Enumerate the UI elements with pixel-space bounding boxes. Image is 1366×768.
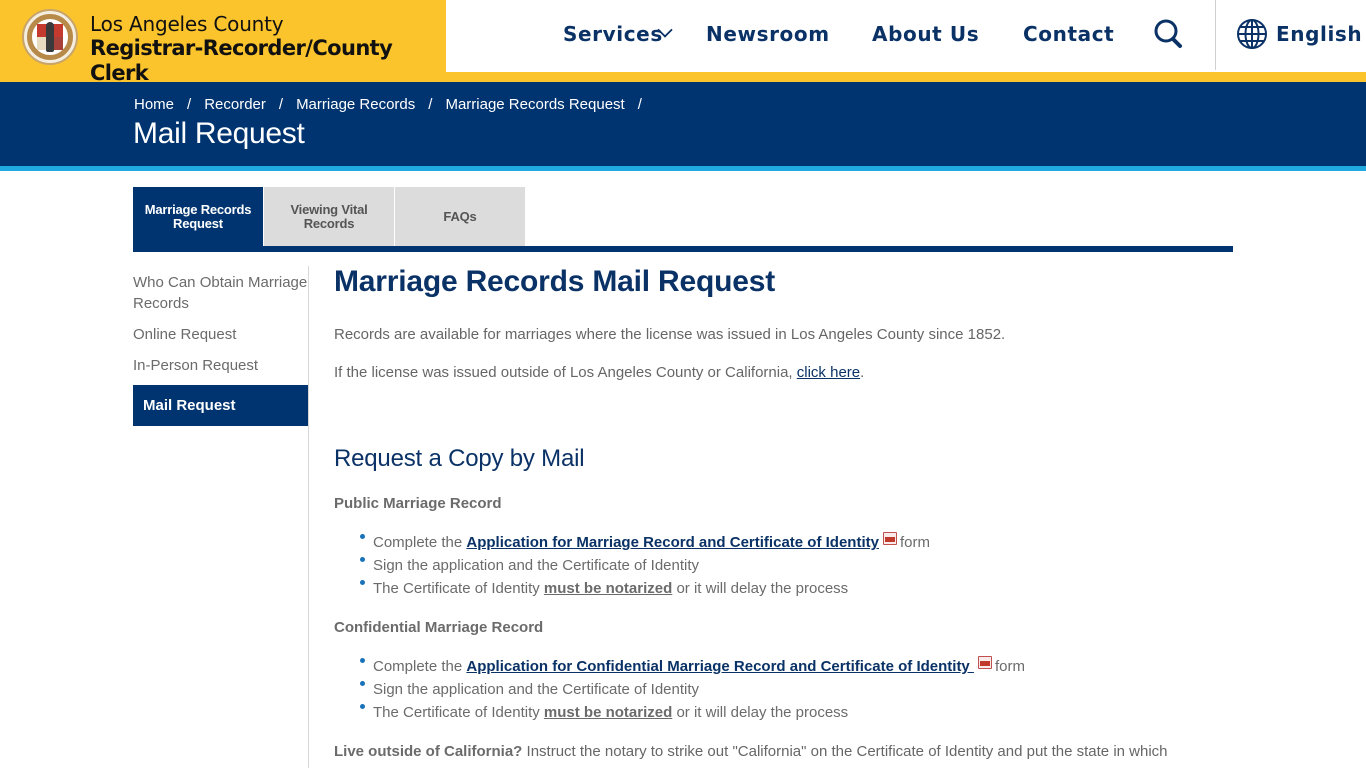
breadcrumb-separator: / — [637, 96, 642, 113]
list-item: Complete the Application for Confidentia… — [360, 655, 1234, 678]
list-item: Sign the application and the Certificate… — [360, 554, 1234, 577]
tab-faqs[interactable]: FAQs — [395, 187, 525, 247]
step-suffix: or it will delay the process — [672, 704, 849, 721]
breadcrumb-separator: / — [428, 96, 433, 113]
nav-contact[interactable]: Contact — [1023, 20, 1114, 48]
banner-accent-stripe — [0, 166, 1366, 171]
outside-la-text: If the license was issued outside of Los… — [334, 362, 1234, 383]
bullet-icon — [360, 534, 365, 539]
step-prefix: The Certificate of Identity — [373, 704, 544, 721]
step-text: Sign the application and the Certificate… — [373, 681, 700, 698]
outside-california-label: Live outside of California? — [334, 743, 523, 760]
list-item: Sign the application and the Certificate… — [360, 678, 1234, 701]
bullet-icon — [360, 658, 365, 663]
click-here-link[interactable]: click here — [797, 364, 860, 381]
main-nav: Services Newsroom About Us Contact Engli… — [446, 0, 1366, 72]
county-seal-icon — [22, 9, 78, 65]
step-prefix: Complete the — [373, 658, 467, 675]
tab-marriage-records-request[interactable]: Marriage Records Request — [133, 187, 263, 247]
list-item: The Certificate of Identity must be nota… — [360, 577, 1234, 600]
nav-newsroom[interactable]: Newsroom — [706, 20, 830, 48]
page-title: Mail Request — [133, 117, 305, 150]
public-application-link[interactable]: Application for Marriage Record and Cert… — [466, 534, 879, 551]
must-be-notarized-link[interactable]: must be notarized — [544, 580, 672, 597]
site-title: Los Angeles County Registrar-Recorder/Co… — [90, 12, 446, 86]
step-suffix: form — [899, 534, 930, 551]
nav-divider — [1215, 0, 1216, 70]
breadcrumb: Home / Recorder / Marriage Records / Mar… — [134, 96, 655, 113]
language-label: English — [1276, 22, 1363, 46]
bullet-icon — [360, 681, 365, 686]
pdf-icon — [882, 532, 897, 545]
confidential-record-heading: Confidential Marriage Record — [334, 619, 544, 636]
bullet-icon — [360, 580, 365, 585]
breadcrumb-marriage-records-request[interactable]: Marriage Records Request — [445, 96, 624, 113]
nav-about-us[interactable]: About Us — [872, 20, 979, 48]
confidential-record-steps: Complete the Application for Confidentia… — [360, 655, 1234, 724]
step-prefix: Complete the — [373, 534, 467, 551]
public-record-heading: Public Marriage Record — [334, 495, 502, 512]
section-title: Request a Copy by Mail — [334, 445, 585, 472]
list-item: Complete the Application for Marriage Re… — [360, 531, 1234, 554]
site-title-line1: Los Angeles County — [90, 12, 284, 36]
outside-california-text: Instruct the notary to strike out "Calif… — [522, 743, 1168, 760]
step-suffix: form — [994, 658, 1025, 675]
intro-text: Records are available for marriages wher… — [334, 326, 1006, 343]
sidebar-divider — [308, 266, 309, 768]
sidebar: Who Can Obtain Marriage Records Online R… — [133, 272, 308, 436]
must-be-notarized-link[interactable]: must be notarized — [544, 704, 672, 721]
site-title-line2: Registrar-Recorder/County Clerk — [90, 36, 393, 85]
globe-icon — [1237, 19, 1267, 49]
sidebar-item-in-person-request[interactable]: In-Person Request — [133, 355, 308, 376]
confidential-application-link[interactable]: Application for Confidential Marriage Re… — [466, 658, 974, 675]
list-item: The Certificate of Identity must be nota… — [360, 701, 1234, 724]
pdf-icon — [977, 656, 992, 669]
bullet-icon — [360, 704, 365, 709]
step-suffix: or it will delay the process — [672, 580, 849, 597]
breadcrumb-recorder[interactable]: Recorder — [204, 96, 266, 113]
step-text: Sign the application and the Certificate… — [373, 557, 700, 574]
site-header: Los Angeles County Registrar-Recorder/Co… — [0, 0, 1366, 85]
language-selector[interactable]: English — [1236, 18, 1362, 50]
main-content: Marriage Records Mail Request Records ar… — [334, 262, 1234, 762]
sidebar-item-online-request[interactable]: Online Request — [133, 324, 308, 345]
nav-services[interactable]: Services — [563, 20, 663, 48]
step-prefix: The Certificate of Identity — [373, 580, 544, 597]
breadcrumb-separator: / — [278, 96, 284, 113]
search-icon — [1154, 19, 1182, 48]
section-tabs: Marriage Records Request Viewing Vital R… — [133, 187, 526, 247]
breadcrumb-home[interactable]: Home — [134, 96, 174, 113]
tabs-underline — [133, 246, 1233, 252]
sidebar-item-mail-request[interactable]: Mail Request — [133, 385, 308, 426]
breadcrumb-separator: / — [187, 96, 192, 113]
logo-link[interactable]: Los Angeles County Registrar-Recorder/Co… — [0, 0, 446, 85]
sidebar-item-who-can-obtain[interactable]: Who Can Obtain Marriage Records — [133, 272, 308, 314]
content-title: Marriage Records Mail Request — [334, 265, 776, 298]
breadcrumb-marriage-records[interactable]: Marriage Records — [296, 96, 415, 113]
tab-viewing-vital-records[interactable]: Viewing Vital Records — [264, 187, 394, 247]
outside-la-text-end: . — [860, 364, 865, 381]
bullet-icon — [360, 557, 365, 562]
public-record-steps: Complete the Application for Marriage Re… — [360, 531, 1234, 600]
outside-california-note: Live outside of California? Instruct the… — [334, 741, 1234, 762]
search-button[interactable] — [1152, 17, 1188, 53]
outside-la-text-body: If the license was issued outside of Los… — [334, 364, 797, 381]
